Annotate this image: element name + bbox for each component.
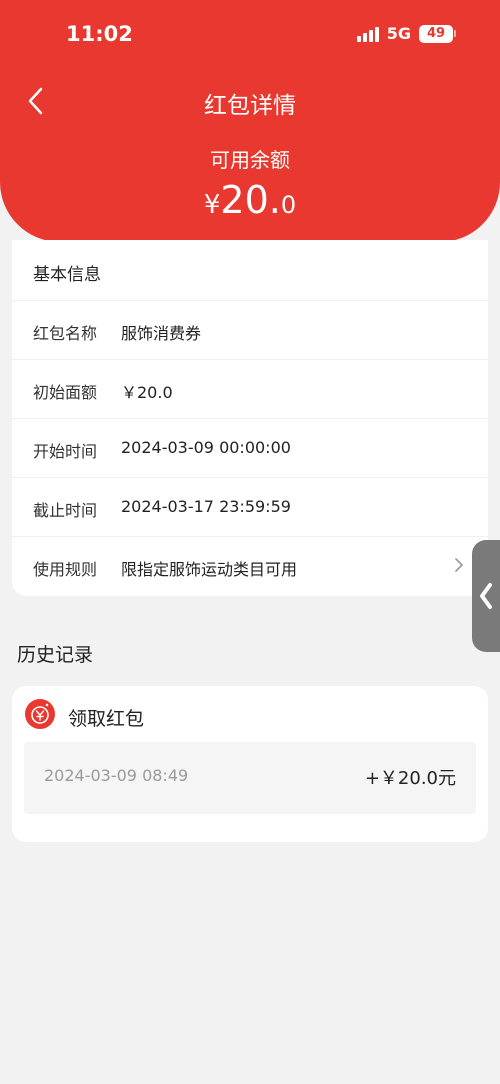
network-type: 5G bbox=[386, 24, 411, 43]
info-row-usage-rules[interactable]: 使用规则 限指定服饰运动类目可用 bbox=[12, 536, 488, 595]
history-title: 历史记录 bbox=[17, 644, 94, 666]
status-bar: 11:02 5G 49 bbox=[0, 0, 500, 70]
info-value: 服饰消费券 bbox=[121, 324, 202, 343]
chevron-right-icon bbox=[455, 558, 463, 572]
info-label: 初始面额 bbox=[33, 383, 98, 402]
status-time: 11:02 bbox=[66, 22, 133, 46]
chevron-left-icon bbox=[480, 583, 492, 609]
history-record-amount: +￥20.0元 bbox=[364, 768, 456, 789]
balance-amount: ¥20.0 bbox=[0, 178, 500, 222]
info-label: 红包名称 bbox=[33, 324, 98, 343]
info-label: 截止时间 bbox=[33, 501, 98, 520]
info-label: 使用规则 bbox=[33, 560, 98, 579]
history-record: 2024-03-09 08:49 +￥20.0元 bbox=[24, 742, 476, 814]
battery-icon: 49 bbox=[419, 24, 456, 43]
info-value: 2024-03-09 00:00:00 bbox=[121, 438, 291, 457]
history-record-date: 2024-03-09 08:49 bbox=[44, 766, 189, 785]
balance-label: 可用余额 bbox=[210, 148, 290, 172]
info-row-name: 红包名称 服饰消费券 bbox=[12, 300, 488, 359]
info-row-start-time: 开始时间 2024-03-09 00:00:00 bbox=[12, 418, 488, 477]
balance-decimal: 0 bbox=[280, 191, 297, 219]
info-label: 开始时间 bbox=[33, 442, 98, 461]
basic-info-title: 基本信息 bbox=[33, 265, 101, 285]
floating-side-tab[interactable] bbox=[472, 540, 500, 652]
signal-icon bbox=[356, 26, 379, 42]
balance-integer: 20. bbox=[220, 178, 281, 222]
status-indicators: 5G 49 bbox=[356, 24, 456, 43]
info-value: 2024-03-17 23:59:59 bbox=[121, 497, 291, 516]
info-row-initial-amount: 初始面额 ￥20.0 bbox=[12, 359, 488, 418]
page-title: 红包详情 bbox=[204, 93, 296, 119]
battery-level: 49 bbox=[419, 24, 453, 43]
screen: 11:02 5G 49 红包详情 可用余额 ¥20.0 基本信息 红包名称 服饰… bbox=[0, 0, 500, 1084]
red-envelope-yuan-icon bbox=[25, 699, 55, 729]
history-entry-name: 领取红包 bbox=[68, 708, 145, 730]
info-row-end-time: 截止时间 2024-03-17 23:59:59 bbox=[12, 477, 488, 536]
balance-currency: ¥ bbox=[203, 190, 221, 220]
info-value: ￥20.0 bbox=[121, 383, 173, 402]
battery-tip bbox=[454, 30, 456, 37]
info-value: 限指定服饰运动类目可用 bbox=[121, 560, 298, 579]
basic-info-card: 基本信息 红包名称 服饰消费券 初始面额 ￥20.0 开始时间 2024-03-… bbox=[12, 240, 488, 596]
history-card: 领取红包 2024-03-09 08:49 +￥20.0元 bbox=[12, 686, 488, 842]
